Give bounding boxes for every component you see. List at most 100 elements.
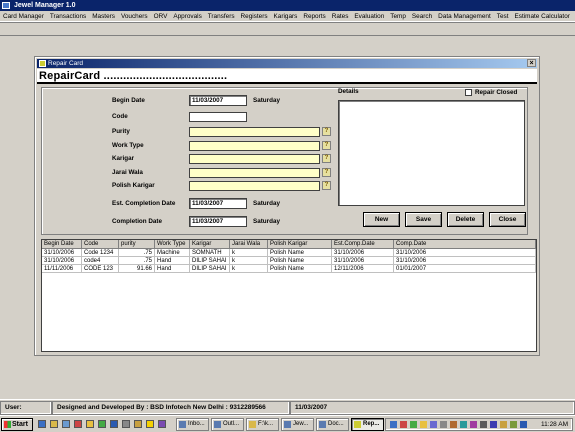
save-button[interactable]: Save (405, 212, 442, 227)
close-button[interactable]: Close (489, 212, 526, 227)
table-row[interactable]: 31/10/2006 Code 1234 .75 Machine SOMNATH… (42, 249, 536, 257)
quicklaunch-ie-icon[interactable] (38, 420, 46, 428)
begin-date-field[interactable]: 11/03/2007 (189, 95, 247, 106)
menu-karigars[interactable]: Karigars (271, 13, 301, 20)
menu-approvals[interactable]: Approvals (170, 13, 204, 20)
repair-card-grid[interactable]: Begin Date Code purity Work Type Karigar… (41, 239, 537, 352)
start-button[interactable]: Start (1, 418, 33, 431)
work-type-lookup-icon[interactable]: ? (322, 141, 331, 150)
col-polish-karigar[interactable]: Polish Karigar (268, 240, 332, 249)
col-begin-date[interactable]: Begin Date (42, 240, 82, 249)
new-button[interactable]: New (363, 212, 400, 227)
est-completion-day-label: Saturday (253, 200, 280, 207)
task-doc[interactable]: Doc... (316, 418, 349, 431)
outlook-icon (214, 421, 221, 428)
clock[interactable]: 11:28 AM (541, 419, 568, 430)
quicklaunch-excel-icon[interactable] (98, 420, 106, 428)
tray-network-icon[interactable] (390, 421, 397, 428)
quicklaunch-calc-icon[interactable] (122, 420, 130, 428)
purity-field[interactable] (189, 127, 320, 137)
quicklaunch-folder-icon[interactable] (50, 420, 58, 428)
tray-app-icon[interactable] (410, 421, 417, 428)
delete-button[interactable]: Delete (447, 212, 484, 227)
menu-masters[interactable]: Masters (89, 13, 118, 20)
completion-date-field[interactable]: 11/03/2007 (189, 216, 247, 227)
task-jewel[interactable]: Jew... (281, 418, 314, 431)
quicklaunch-vb-icon[interactable] (134, 420, 142, 428)
details-textarea[interactable] (338, 100, 525, 206)
task-label: Rep... (363, 421, 380, 427)
quicklaunch-word-icon[interactable] (110, 420, 118, 428)
menu-orv[interactable]: ORV (151, 13, 171, 20)
tray-shield-icon[interactable] (440, 421, 447, 428)
karigar-field[interactable] (189, 154, 320, 164)
karigar-label: Karigar (112, 155, 135, 162)
quicklaunch-app-icon[interactable] (158, 420, 166, 428)
cell-karigar: DILIP SAHAI (190, 257, 230, 265)
est-completion-date-field[interactable]: 11/03/2007 (189, 198, 247, 209)
tray-power-icon[interactable] (500, 421, 507, 428)
tray-bluetooth-icon[interactable] (490, 421, 497, 428)
polish-karigar-lookup-icon[interactable]: ? (322, 181, 331, 190)
tray-messenger-icon[interactable] (420, 421, 427, 428)
quicklaunch-media-icon[interactable] (74, 420, 82, 428)
cell-polish-karigar: Polish Name (268, 265, 332, 273)
tray-connection-icon[interactable] (520, 421, 527, 428)
menu-evaluation[interactable]: Evaluation (351, 13, 387, 20)
task-explorer[interactable]: F:\k... (246, 418, 279, 431)
menu-registers[interactable]: Registers (238, 13, 271, 20)
menu-rates[interactable]: Rates (329, 13, 352, 20)
col-work-type[interactable]: Work Type (155, 240, 190, 249)
menu-test[interactable]: Test (494, 13, 512, 20)
cell-karigar: SOMNATH (190, 249, 230, 257)
menu-transfers[interactable]: Transfers (205, 13, 238, 20)
col-purity[interactable]: purity (119, 240, 155, 249)
status-developer: Designed and Developed By : BSD Infotech… (52, 401, 290, 415)
tray-antivirus-icon[interactable] (400, 421, 407, 428)
col-est-comp-date[interactable]: Est.Comp.Date (332, 240, 394, 249)
task-repair[interactable]: Rep... (351, 418, 384, 431)
cell-est-comp-date: 31/10/2006 (332, 257, 394, 265)
col-comp-date[interactable]: Comp.Date (394, 240, 536, 249)
quicklaunch-outlook-icon[interactable] (86, 420, 94, 428)
tray-sync-icon[interactable] (460, 421, 467, 428)
tray-media-icon[interactable] (470, 421, 477, 428)
task-inbox[interactable]: Inbo... (176, 418, 209, 431)
menu-reports[interactable]: Reports (300, 13, 328, 20)
col-karigar[interactable]: Karigar (190, 240, 230, 249)
menu-temp[interactable]: Temp (387, 13, 409, 20)
task-outlook[interactable]: Outl... (211, 418, 244, 431)
menu-data-management[interactable]: Data Management (435, 13, 494, 20)
work-type-field[interactable] (189, 141, 320, 151)
close-icon[interactable]: × (527, 59, 536, 67)
menu-transactions[interactable]: Transactions (47, 13, 89, 20)
polish-karigar-field[interactable] (189, 181, 320, 191)
app-title: Jewel Manager 1.0 (14, 2, 76, 9)
tray-keyboard-icon[interactable] (480, 421, 487, 428)
menu-estimate-calculator[interactable]: Estimate Calculator (511, 13, 572, 20)
start-label: Start (12, 421, 28, 428)
col-jarai-wala[interactable]: Jarai Wala (230, 240, 268, 249)
tray-update-icon[interactable] (450, 421, 457, 428)
begin-day-label: Saturday (253, 97, 280, 104)
quicklaunch-messenger-icon[interactable] (146, 420, 154, 428)
jarai-wala-lookup-icon[interactable]: ? (322, 168, 331, 177)
jarai-wala-field[interactable] (189, 168, 320, 178)
quicklaunch-desktop-icon[interactable] (62, 420, 70, 428)
code-input[interactable] (189, 112, 247, 122)
menu-vouchers[interactable]: Vouchers (118, 13, 151, 20)
purity-lookup-icon[interactable]: ? (322, 127, 331, 136)
app-icon (284, 421, 291, 428)
table-row[interactable]: 11/11/2006 CODE 123 91.66 Hand DILIP SAH… (42, 265, 536, 273)
tray-volume-icon[interactable] (510, 421, 517, 428)
repair-closed-checkbox[interactable] (465, 89, 472, 96)
menu-card-manager[interactable]: Card Manager (0, 13, 47, 20)
col-code[interactable]: Code (82, 240, 119, 249)
table-row[interactable]: 31/10/2006 code4 .75 Hand DILIP SAHAI k … (42, 257, 536, 265)
tray-printer-icon[interactable] (430, 421, 437, 428)
karigar-lookup-icon[interactable]: ? (322, 154, 331, 163)
menu-bar: Card Manager Transactions Masters Vouche… (0, 11, 575, 22)
cell-purity: .75 (119, 257, 155, 265)
repair-card-title-bar[interactable]: Repair Card × (37, 59, 537, 68)
menu-search[interactable]: Search (409, 13, 435, 20)
